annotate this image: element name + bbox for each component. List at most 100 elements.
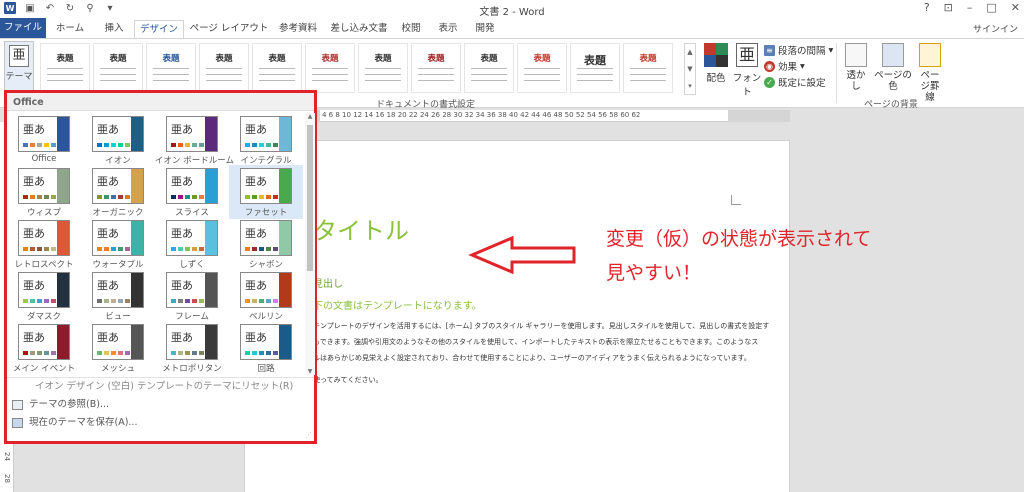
style-set-item[interactable]: 表題: [305, 43, 355, 93]
style-set-item[interactable]: 表題: [40, 43, 90, 93]
document-subheading[interactable]: 下の文書はテンプレートになります。: [313, 297, 482, 312]
tab-mailings[interactable]: 差し込み文書: [326, 20, 392, 38]
signin-link[interactable]: サインイン: [973, 22, 1018, 35]
scroll-up-icon[interactable]: ▲: [305, 113, 315, 120]
style-set-item[interactable]: 表題: [358, 43, 408, 93]
paragraph-spacing-button[interactable]: ≡ 段落の間隔 ▾: [764, 42, 833, 58]
theme-color-swatch: [118, 247, 123, 251]
themes-label: テーマ: [5, 72, 33, 82]
theme-color-swatch: [125, 351, 130, 355]
scroll-down-icon[interactable]: ▼: [305, 368, 315, 375]
horizontal-ruler[interactable]: 4 6 8 10 12 14 16 18 20 22 24 26 28 30 3…: [244, 110, 790, 122]
theme-color-swatch: [199, 351, 204, 355]
theme-item[interactable]: 亜あ ウィスプ: [7, 165, 81, 219]
tab-home[interactable]: ホーム: [48, 20, 92, 38]
document-heading[interactable]: 見出し: [313, 275, 343, 290]
minimize-icon[interactable]: –: [967, 1, 973, 14]
tab-page-layout[interactable]: ページ レイアウト: [186, 20, 272, 38]
style-set-item[interactable]: 表題: [464, 43, 514, 93]
style-set-line: [630, 80, 666, 81]
theme-item[interactable]: 亜あ ファセット: [229, 165, 303, 219]
style-set-item[interactable]: 表題: [146, 43, 196, 93]
watermark-button[interactable]: 透かし: [842, 43, 870, 92]
theme-item[interactable]: 亜あ レトロスペクト: [7, 217, 81, 271]
theme-item[interactable]: 亜あ メッシュ: [81, 321, 155, 375]
style-set-line: [524, 68, 560, 69]
style-set-line: [630, 74, 666, 75]
theme-item[interactable]: 亜あ ダマスク: [7, 269, 81, 323]
document-title[interactable]: タイトル: [313, 211, 409, 246]
theme-item[interactable]: 亜あ シャボン: [229, 217, 303, 271]
maximize-icon[interactable]: □: [986, 1, 996, 14]
theme-item[interactable]: 亜あ Office: [7, 113, 81, 167]
ribbon-display-icon[interactable]: ⊡: [944, 1, 953, 14]
style-set-title: 表題: [215, 54, 233, 64]
theme-item[interactable]: 亜あ オーガニック: [81, 165, 155, 219]
theme-item[interactable]: 亜あ ベルリン: [229, 269, 303, 323]
set-default-button[interactable]: ✓ 既定に設定: [764, 74, 833, 90]
browse-themes-item[interactable]: テーマの参照(B)...: [7, 396, 314, 414]
theme-color-swatch: [111, 351, 116, 355]
close-icon[interactable]: ✕: [1011, 1, 1020, 14]
style-set-line: [577, 80, 613, 81]
theme-preview: 亜あ: [166, 324, 218, 360]
theme-preview: 亜あ: [166, 168, 218, 204]
theme-preview: 亜あ: [92, 272, 144, 308]
style-set-line: [418, 74, 454, 75]
document-body-line[interactable]: テンプレートのデザインを活用するには、[ホーム] タブのスタイル ギャラリーを使…: [313, 321, 783, 331]
fonts-button[interactable]: 亜 フォント: [732, 43, 762, 98]
style-set-item[interactable]: 表題: [517, 43, 567, 93]
theme-item[interactable]: 亜あ 回路: [229, 321, 303, 375]
theme-glyph: 亜あ: [171, 227, 193, 240]
theme-item[interactable]: 亜あ インテグラル: [229, 113, 303, 167]
style-set-item[interactable]: 表題: [411, 43, 461, 93]
reset-theme-item[interactable]: イオン デザイン (空白) テンプレートのテーマにリセット(R): [7, 378, 314, 396]
style-set-item[interactable]: 表題: [623, 43, 673, 93]
gallery-scroll[interactable]: ▲ ▼ ▾: [684, 43, 696, 95]
style-set-item[interactable]: 表題: [199, 43, 249, 93]
tab-file[interactable]: ファイル: [0, 18, 46, 38]
save-theme-item[interactable]: 現在のテーマを保存(A)...: [7, 414, 314, 432]
tab-references[interactable]: 参考資料: [272, 20, 324, 38]
tab-developer[interactable]: 開発: [468, 20, 502, 38]
theme-item[interactable]: 亜あ ウォータブル: [81, 217, 155, 271]
theme-glyph: 亜あ: [245, 279, 267, 292]
theme-color-swatch: [259, 351, 264, 355]
page-color-button[interactable]: ページの色: [872, 43, 914, 92]
style-set-line: [577, 68, 613, 69]
theme-item[interactable]: 亜あ ビュー: [81, 269, 155, 323]
tab-view[interactable]: 表示: [430, 20, 466, 38]
tab-insert[interactable]: 挿入: [94, 20, 134, 38]
style-set-line: [47, 74, 83, 75]
theme-item[interactable]: 亜あ メイン イベント: [7, 321, 81, 375]
dropdown-scrollbar[interactable]: ▲ ▼: [305, 113, 315, 375]
tab-design[interactable]: デザイン: [134, 20, 184, 38]
colors-button[interactable]: 配色: [702, 43, 730, 84]
theme-item[interactable]: 亜あ イオン ボードルーム: [155, 113, 234, 167]
effects-button[interactable]: ◉ 効果 ▾: [764, 58, 833, 74]
theme-preview: 亜あ: [92, 324, 144, 360]
style-set-item[interactable]: 表題: [252, 43, 302, 93]
theme-item[interactable]: 亜あ しずく: [155, 217, 229, 271]
document-body-line[interactable]: ルはあらかじめ見栄えよく設定されており、合わせて使用することにより、ユーザーのア…: [313, 353, 783, 363]
theme-color-swatch: [192, 247, 197, 251]
theme-glyph: 亜あ: [245, 227, 267, 240]
theme-color-swatch: [111, 195, 116, 199]
scroll-thumb[interactable]: [307, 125, 313, 271]
page-borders-button[interactable]: ページ罫線: [916, 43, 944, 103]
theme-item[interactable]: 亜あ メトロポリタン: [155, 321, 229, 375]
document-body-line[interactable]: もできます。強調や引用文のようなその他のスタイルを使用して、インポートしたテキス…: [313, 337, 783, 347]
theme-item[interactable]: 亜あ スライス: [155, 165, 229, 219]
document-body-line[interactable]: 使ってみてください。: [313, 375, 783, 385]
style-set-title: 表題: [639, 54, 657, 64]
theme-item[interactable]: 亜あ イオン: [81, 113, 155, 167]
style-set-item[interactable]: 表題: [570, 43, 620, 93]
resize-grip-icon[interactable]: ⋰: [305, 431, 312, 439]
theme-glyph: 亜あ: [97, 279, 119, 292]
tab-review[interactable]: 校閲: [394, 20, 428, 38]
help-icon[interactable]: ?: [924, 1, 930, 14]
document-page[interactable]: タイトル 見出し 下の文書はテンプレートになります。 テンプレートのデザインを活…: [244, 140, 790, 492]
style-set-item[interactable]: 表題: [93, 43, 143, 93]
theme-color-swatch: [125, 143, 130, 147]
theme-item[interactable]: 亜あ フレーム: [155, 269, 229, 323]
